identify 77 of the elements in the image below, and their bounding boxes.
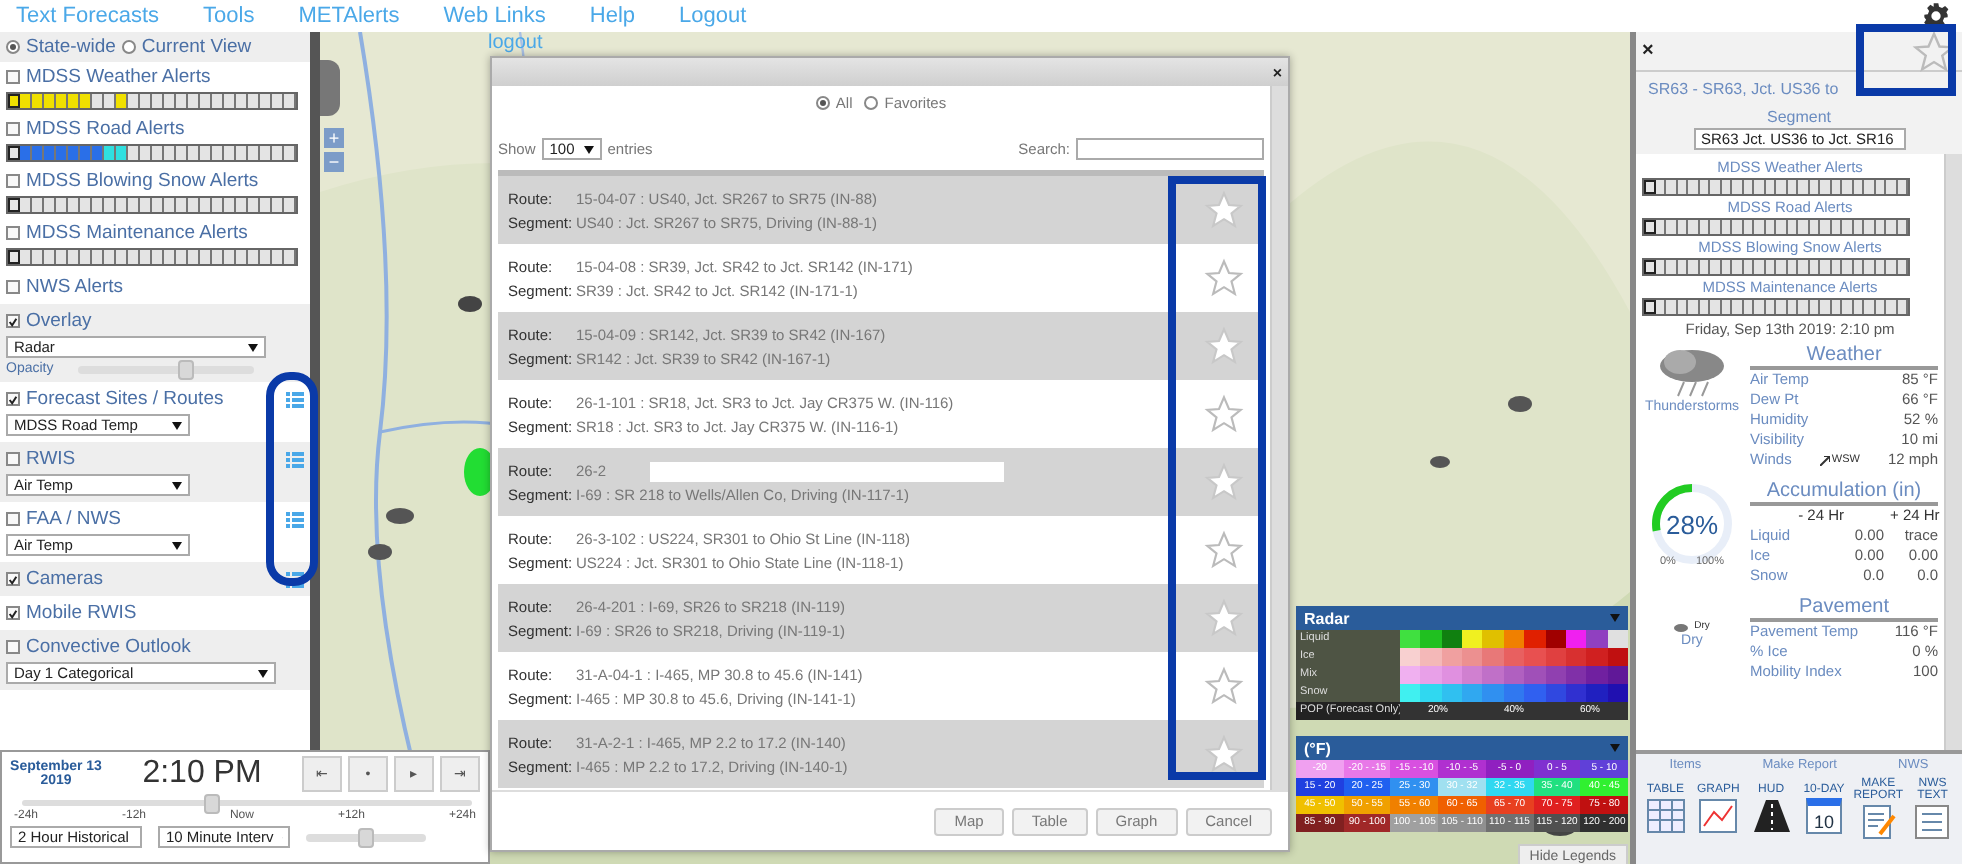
graph-icon <box>1698 798 1739 834</box>
layer-label: MDSS Maintenance Alerts <box>26 222 248 244</box>
checkbox[interactable] <box>6 452 20 466</box>
radio-button[interactable] <box>815 96 830 110</box>
layer-label: FAA / NWS <box>26 508 122 530</box>
search-field[interactable] <box>1076 138 1264 160</box>
storm-cloud-icon <box>1656 346 1728 398</box>
checkbox[interactable] <box>6 640 20 654</box>
star-icon[interactable] <box>1204 258 1244 298</box>
layer-label: MDSS Blowing Snow Alerts <box>26 170 259 192</box>
radio-label: Current View <box>141 36 252 58</box>
section-title: Weather <box>1750 344 1938 370</box>
collapse-handle[interactable] <box>320 60 340 116</box>
checkbox[interactable] <box>6 512 20 526</box>
caret-icon <box>248 343 258 351</box>
star-icon[interactable] <box>1204 394 1244 434</box>
slider-thumb[interactable] <box>358 827 374 847</box>
caret-icon <box>172 421 182 429</box>
calendar-icon: 10 <box>1805 798 1842 834</box>
layer-label: Overlay <box>26 310 92 332</box>
layer-label: Cameras <box>26 568 104 590</box>
table-icon <box>1645 798 1686 834</box>
checkbox[interactable] <box>6 122 20 136</box>
star-icon[interactable] <box>1204 734 1244 774</box>
star-icon[interactable] <box>1204 598 1244 638</box>
star-icon[interactable] <box>1204 462 1244 502</box>
layer-label: MDSS Weather Alerts <box>26 66 211 88</box>
close-button[interactable]: × <box>1272 63 1282 81</box>
caret-icon <box>172 541 182 549</box>
layer-label: MDSS Road Alerts <box>26 118 185 140</box>
checkbox[interactable] <box>6 70 20 84</box>
caret-icon <box>172 481 182 489</box>
scrollbar[interactable] <box>1270 86 1288 790</box>
gauge-reading: 28% <box>1665 509 1719 539</box>
star-icon[interactable] <box>1204 666 1244 706</box>
wind-arrow-icon <box>1819 455 1830 465</box>
list-icon[interactable] <box>286 571 304 587</box>
radio-button[interactable] <box>6 40 20 54</box>
layer-label: RWIS <box>26 448 76 470</box>
field-label: Segment <box>1766 108 1832 126</box>
layer-label: NWS Alerts <box>26 276 124 298</box>
star-icon[interactable] <box>1204 190 1244 230</box>
time-label: 2:10 PM <box>142 756 262 792</box>
hud-icon <box>1751 798 1792 834</box>
settings-icon[interactable] <box>1922 2 1950 30</box>
checkbox[interactable] <box>6 606 20 620</box>
segment-title: SR63 - SR63, Jct. US36 to <box>1646 78 1841 102</box>
caret-icon <box>258 669 268 677</box>
caret-icon <box>1610 744 1620 752</box>
list-icon <box>1912 804 1953 840</box>
section-title: Accumulation (in) <box>1750 480 1938 506</box>
radio-button[interactable] <box>121 40 136 54</box>
scrollbar[interactable] <box>1944 154 1962 750</box>
checkbox[interactable] <box>6 572 20 586</box>
road-state-icon <box>1674 621 1689 631</box>
star-icon[interactable] <box>1204 530 1244 570</box>
layer-label: Forecast Sites / Routes <box>26 388 224 410</box>
slider-thumb[interactable] <box>203 794 219 814</box>
checkbox[interactable] <box>6 280 20 294</box>
checkbox[interactable] <box>6 314 20 328</box>
section-title: Pavement <box>1750 596 1938 622</box>
layer-label: Convective Outlook <box>26 636 191 658</box>
slider-thumb[interactable] <box>178 359 195 379</box>
close-button[interactable]: × <box>1642 40 1654 62</box>
report-icon <box>1858 804 1899 840</box>
checkbox[interactable] <box>6 226 20 240</box>
radio-label: State-wide <box>26 36 116 58</box>
checkbox[interactable] <box>6 392 20 406</box>
highlight-frame <box>1856 24 1956 96</box>
caret-icon <box>583 145 594 153</box>
legend-header: (°F) <box>1296 736 1628 760</box>
radio-button[interactable] <box>864 96 879 110</box>
layer-label: Mobile RWIS <box>26 602 137 624</box>
legend-header: Radar <box>1296 606 1628 630</box>
checkbox[interactable] <box>6 174 20 188</box>
star-icon[interactable] <box>1204 326 1244 366</box>
caret-icon <box>1610 614 1620 622</box>
